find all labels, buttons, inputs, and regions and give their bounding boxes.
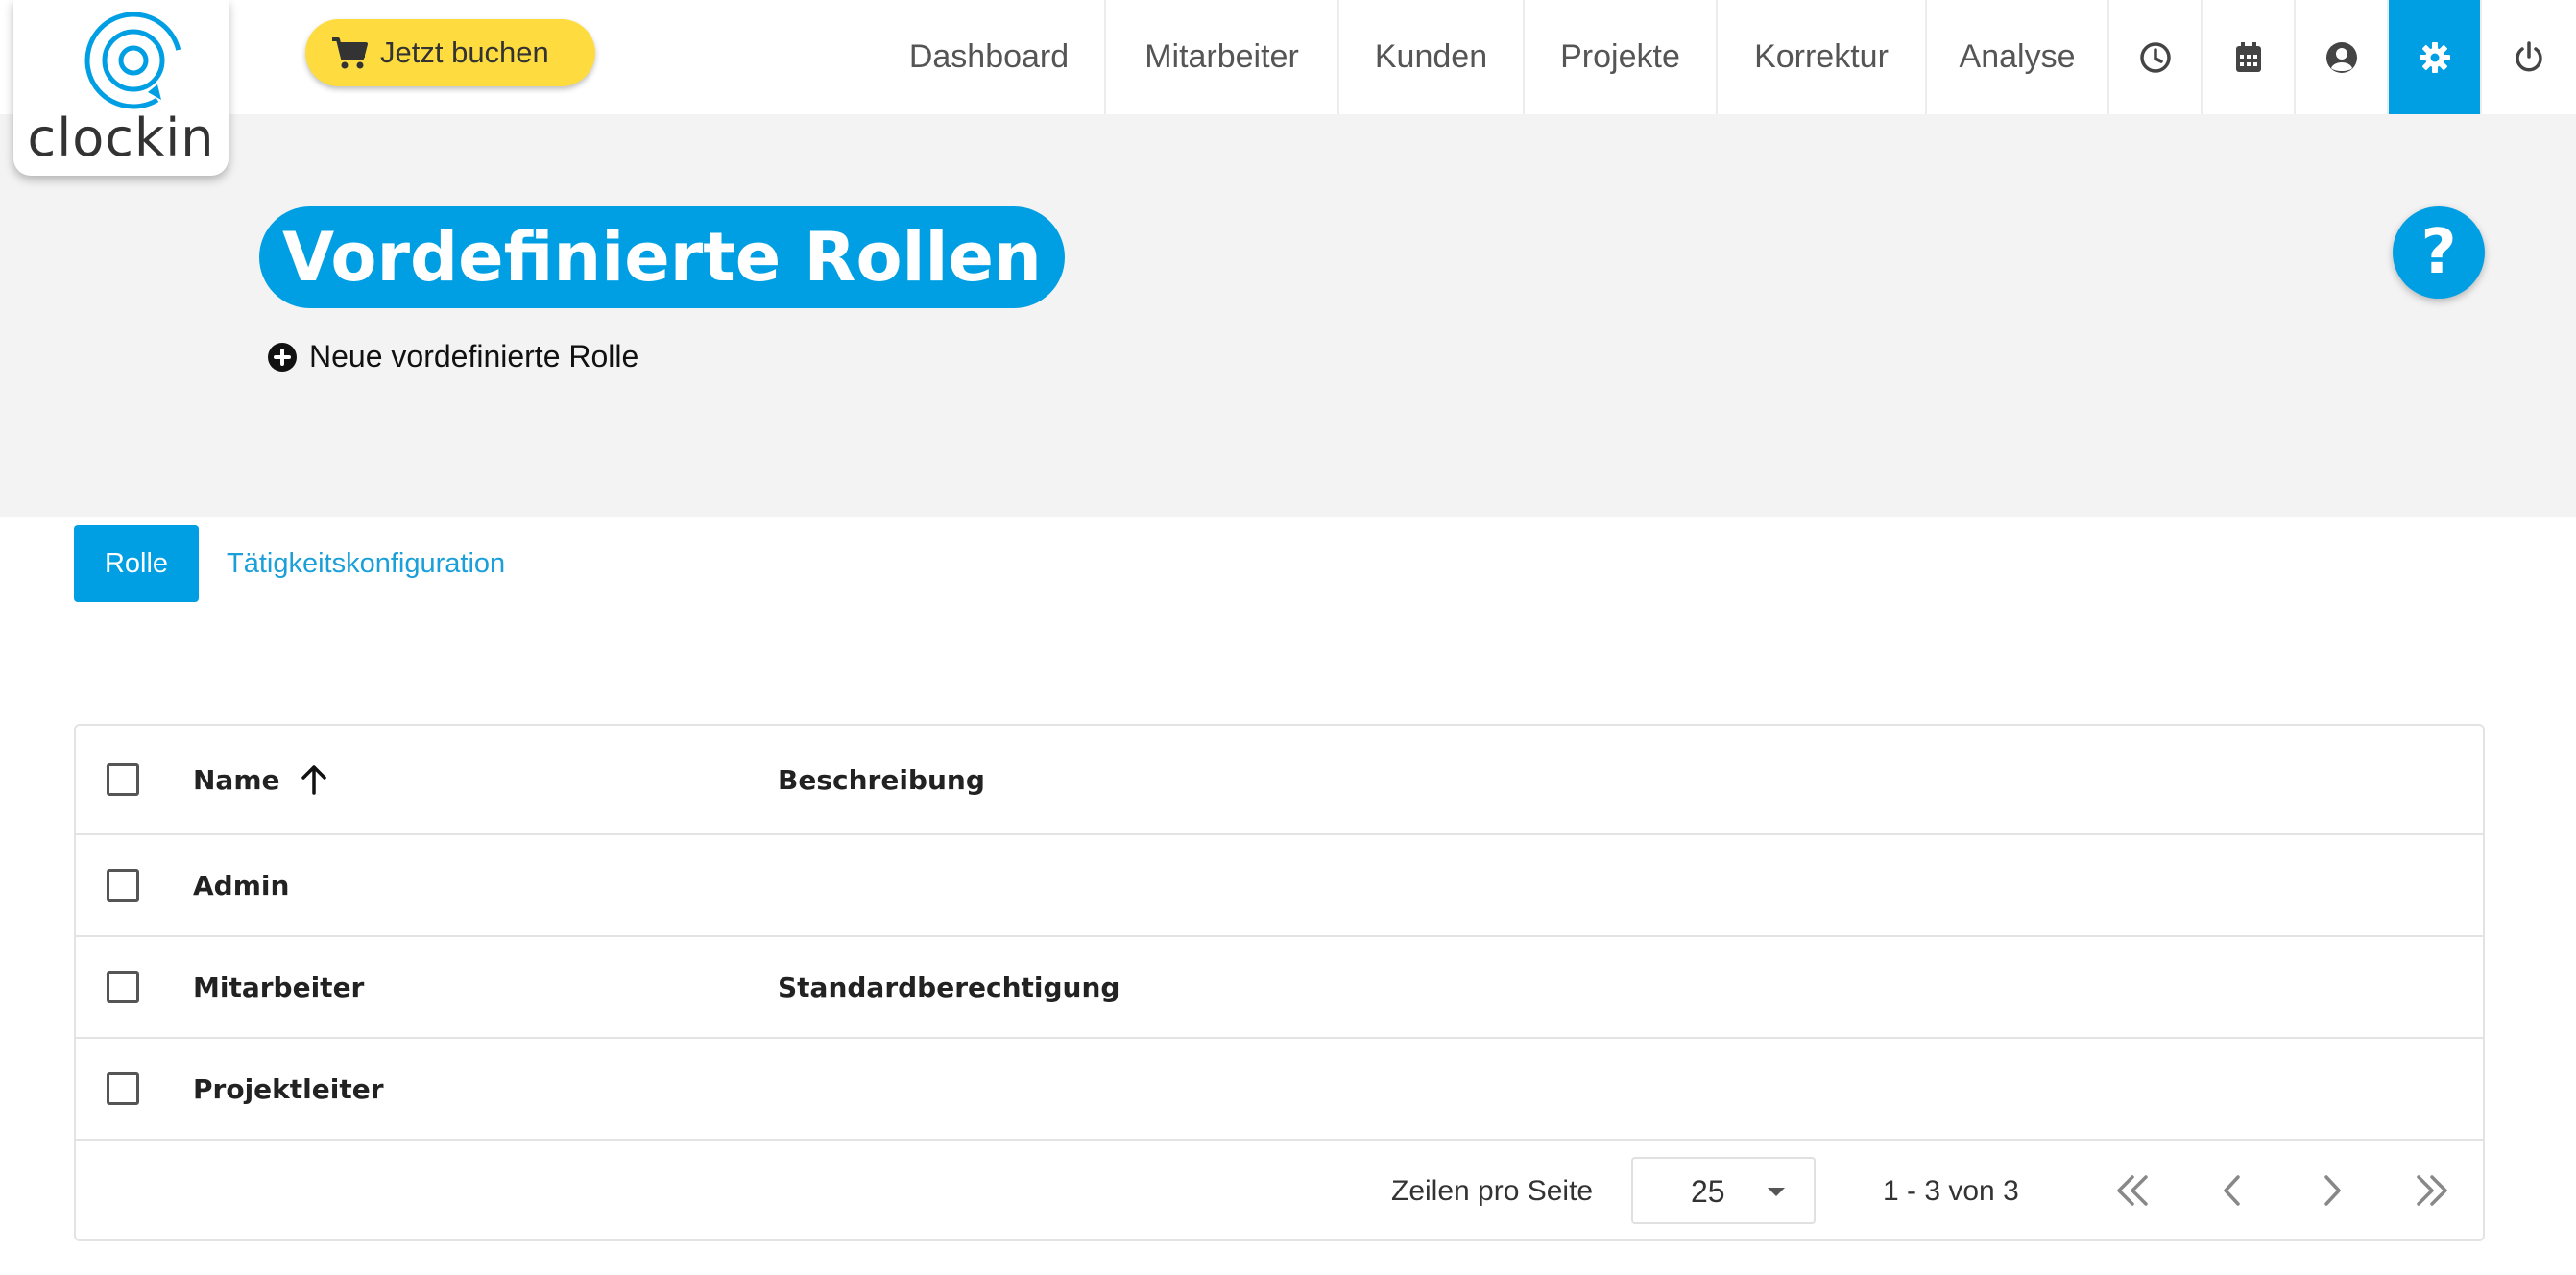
page-title: Vordefinierte Rollen [259,206,1065,308]
row-name: Mitarbeiter [193,971,365,1003]
help-button[interactable]: ? [2393,206,2485,299]
clock-icon [2139,41,2171,73]
first-page-button[interactable] [2102,1160,2163,1221]
plus-circle-icon [268,342,297,372]
nav-calendar[interactable] [2203,0,2296,114]
tab-rolle[interactable]: Rolle [74,525,199,602]
rows-per-page-label: Zeilen pro Seite [1391,1175,1594,1207]
book-now-button[interactable]: Jetzt buchen [305,19,595,86]
table-row[interactable]: Mitarbeiter Standardberechtigung [76,937,2483,1039]
nav-mitarbeiter-label: Mitarbeiter [1144,38,1299,75]
column-header-name[interactable]: Name [193,763,330,796]
sort-ascending-icon[interactable] [298,763,330,796]
logo[interactable]: clockin [13,0,229,176]
table-header-row: Name Beschreibung [76,726,2483,835]
column-header-name-label: Name [193,763,280,796]
next-page-button[interactable] [2301,1160,2363,1221]
select-all-checkbox[interactable] [107,763,139,796]
nav-dashboard[interactable]: Dashboard [874,0,1106,114]
nav-dashboard-label: Dashboard [908,38,1070,75]
pagination-range: 1 - 3 von 3 [1883,1175,2019,1207]
rows-per-page-value: 25 [1691,1174,1725,1209]
nav-analyse-label: Analyse [1959,38,2076,75]
table-pagination: Zeilen pro Seite 25 1 - 3 von 3 [76,1141,2483,1241]
nav-analyse[interactable]: Analyse [1927,0,2109,114]
nav-mitarbeiter[interactable]: Mitarbeiter [1106,0,1339,114]
row-checkbox[interactable] [107,1072,139,1105]
nav-korrektur-label: Korrektur [1754,38,1889,75]
row-name: Projektleiter [193,1072,384,1105]
nav-time-tracking[interactable] [2109,0,2203,114]
table-row[interactable]: Projektleiter [76,1039,2483,1141]
nav-projekte[interactable]: Projekte [1525,0,1718,114]
clockin-logo-icon [84,12,182,109]
caret-down-icon [1768,1188,1785,1196]
page-header: Vordefinierte Rollen Neue vordefinierte … [0,114,2576,517]
main-nav: Dashboard Mitarbeiter Kunden Projekte Ko… [874,0,2575,114]
book-now-label: Jetzt buchen [380,36,549,69]
user-circle-icon [2325,41,2357,73]
table-row[interactable]: Admin [76,835,2483,937]
nav-projekte-label: Projekte [1560,38,1680,75]
logo-text: clockin [27,108,215,168]
cart-icon [332,37,368,69]
tab-rolle-label: Rolle [104,547,169,579]
column-header-description[interactable]: Beschreibung [778,764,985,796]
chevron-right-icon [2324,1175,2341,1206]
power-icon [2515,40,2542,71]
row-checkbox[interactable] [107,869,139,902]
gear-icon [2419,41,2450,73]
double-chevron-left-icon [2117,1175,2148,1206]
nav-profile[interactable] [2296,0,2389,114]
last-page-button[interactable] [2401,1160,2463,1221]
roles-table: Name Beschreibung Admin Mitarbeiter Stan… [74,724,2485,1241]
nav-kunden[interactable]: Kunden [1339,0,1525,114]
calendar-icon [2235,41,2261,72]
row-name: Admin [193,869,290,902]
nav-settings[interactable] [2389,0,2482,114]
tab-taetigkeitskonfiguration-label: Tätigkeitskonfiguration [227,547,506,579]
top-navigation-bar: clockin Jetzt buchen Dashboard Mitarbeit… [0,0,2576,176]
new-predefined-role-button[interactable]: Neue vordefinierte Rolle [267,339,638,374]
row-checkbox[interactable] [107,971,139,1003]
nav-korrektur[interactable]: Korrektur [1718,0,1927,114]
tab-taetigkeitskonfiguration[interactable]: Tätigkeitskonfiguration [227,525,505,602]
nav-logout[interactable] [2482,0,2575,114]
double-chevron-right-icon [2417,1175,2447,1206]
nav-kunden-label: Kunden [1374,38,1488,75]
previous-page-button[interactable] [2202,1160,2263,1221]
rows-per-page-select[interactable]: 25 [1631,1157,1816,1224]
row-description: Standardberechtigung [778,971,1120,1003]
chevron-left-icon [2224,1175,2240,1206]
new-predefined-role-label: Neue vordefinierte Rolle [309,339,639,373]
